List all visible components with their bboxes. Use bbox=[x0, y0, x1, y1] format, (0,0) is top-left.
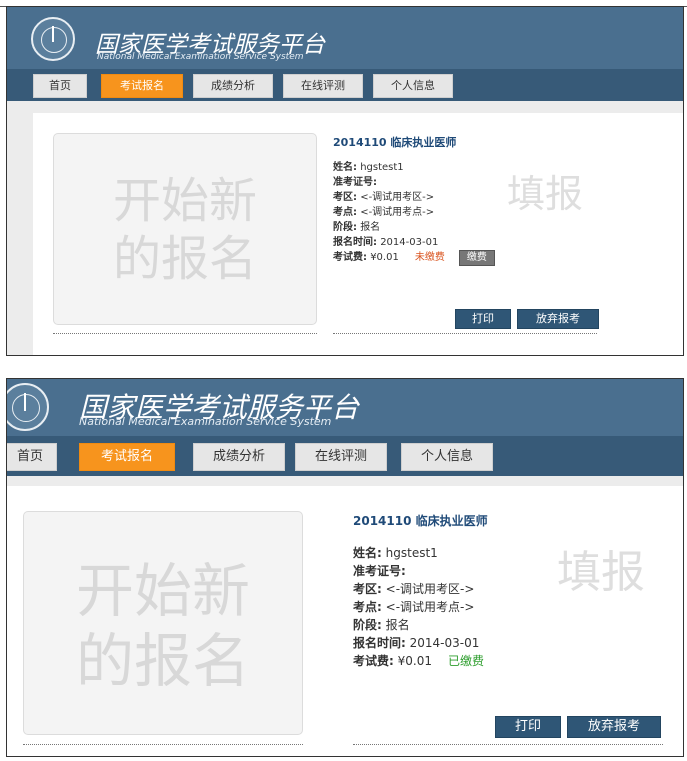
district-label: 考区: bbox=[333, 192, 357, 203]
fee-value: ¥0.01 bbox=[397, 654, 432, 668]
print-button[interactable]: 打印 bbox=[455, 309, 511, 329]
content-area: 开始新 的报名 填报 2014110 临床执业医师 姓名: hgstest1 准… bbox=[7, 476, 683, 756]
new-registration-line2: 的报名 bbox=[112, 231, 257, 287]
time-value: 2014-03-01 bbox=[380, 237, 439, 248]
nav-personal-info[interactable]: 个人信息 bbox=[401, 443, 493, 471]
nav-exam-registration[interactable]: 考试报名 bbox=[79, 443, 175, 471]
stage-value: 报名 bbox=[385, 618, 410, 632]
nav-score-analysis[interactable]: 成绩分析 bbox=[193, 443, 285, 471]
nav-exam-registration[interactable]: 考试报名 bbox=[101, 74, 183, 98]
pay-button[interactable]: 缴费 bbox=[458, 250, 495, 266]
registration-card: 开始新 的报名 填报 2014110 临床执业医师 姓名: hgstest1 准… bbox=[7, 486, 683, 756]
nav-personal-info[interactable]: 个人信息 bbox=[373, 74, 453, 98]
new-registration-tile[interactable]: 开始新 的报名 bbox=[53, 133, 317, 325]
abandon-button[interactable]: 放弃报考 bbox=[567, 716, 661, 738]
exam-title: 2014110 临床执业医师 bbox=[353, 514, 488, 528]
registration-info: 2014110 临床执业医师 姓名: hgstest1 准考证号: 考区: <-… bbox=[333, 135, 495, 266]
main-nav: 首页 考试报名 成绩分析 在线评测 个人信息 bbox=[7, 436, 683, 476]
screenshot-unpaid: 国家医学考试服务平台 National Medical Examination … bbox=[6, 6, 684, 356]
stage-label: 阶段: bbox=[353, 618, 382, 632]
site-header: 国家医学考试服务平台 National Medical Examination … bbox=[7, 379, 683, 444]
print-button[interactable]: 打印 bbox=[495, 716, 561, 738]
name-label: 姓名: bbox=[353, 546, 382, 560]
divider bbox=[23, 744, 303, 745]
divider bbox=[53, 333, 317, 334]
name-label: 姓名: bbox=[333, 162, 357, 173]
fill-watermark: 填报 bbox=[507, 172, 584, 216]
nav-online-assessment[interactable]: 在线评测 bbox=[283, 74, 363, 98]
fee-value: ¥0.01 bbox=[370, 252, 399, 263]
new-registration-line2: 的报名 bbox=[75, 627, 250, 695]
site-value: <-调试用考点-> bbox=[385, 600, 475, 614]
site-header: 国家医学考试服务平台 National Medical Examination … bbox=[7, 7, 683, 69]
divider bbox=[353, 744, 663, 745]
new-registration-line1: 开始新 bbox=[112, 173, 257, 229]
stage-label: 阶段: bbox=[333, 222, 357, 233]
name-value: hgstest1 bbox=[360, 162, 404, 173]
abandon-button[interactable]: 放弃报考 bbox=[517, 309, 599, 329]
new-registration-tile[interactable]: 开始新 的报名 bbox=[23, 511, 303, 735]
site-label: 考点: bbox=[333, 207, 357, 218]
new-registration-line1: 开始新 bbox=[75, 557, 250, 625]
medical-emblem-icon bbox=[7, 383, 49, 431]
time-label: 报名时间: bbox=[333, 237, 377, 248]
time-value: 2014-03-01 bbox=[409, 636, 480, 650]
stage-value: 报名 bbox=[360, 222, 381, 233]
site-label: 考点: bbox=[353, 600, 382, 614]
site-subtitle: National Medical Examination Service Sys… bbox=[79, 415, 332, 428]
nav-score-analysis[interactable]: 成绩分析 bbox=[193, 74, 273, 98]
fee-status-unpaid: 未缴费 bbox=[414, 252, 445, 263]
fee-status-paid: 已缴费 bbox=[448, 654, 485, 668]
district-value: <-调试用考区-> bbox=[385, 582, 475, 596]
fee-label: 考试费: bbox=[333, 252, 367, 263]
ticket-label: 准考证号: bbox=[333, 177, 377, 188]
fill-watermark: 填报 bbox=[557, 547, 645, 598]
nav-home[interactable]: 首页 bbox=[33, 74, 87, 98]
district-label: 考区: bbox=[353, 582, 382, 596]
name-value: hgstest1 bbox=[385, 546, 438, 560]
nav-home[interactable]: 首页 bbox=[7, 443, 57, 471]
medical-emblem-icon bbox=[31, 17, 75, 61]
exam-title: 2014110 临床执业医师 bbox=[333, 136, 457, 149]
site-value: <-调试用考点-> bbox=[360, 207, 435, 218]
content-area: 开始新 的报名 填报 2014110 临床执业医师 姓名: hgstest1 准… bbox=[7, 101, 683, 355]
registration-card: 开始新 的报名 填报 2014110 临床执业医师 姓名: hgstest1 准… bbox=[33, 113, 683, 355]
registration-info: 2014110 临床执业医师 姓名: hgstest1 准考证号: 考区: <-… bbox=[353, 512, 488, 670]
site-subtitle: National Medical Examination Service Sys… bbox=[97, 52, 304, 62]
time-label: 报名时间: bbox=[353, 636, 406, 650]
ticket-label: 准考证号: bbox=[353, 564, 406, 578]
divider bbox=[333, 333, 597, 334]
main-nav: 首页 考试报名 成绩分析 在线评测 个人信息 bbox=[7, 69, 683, 101]
fee-label: 考试费: bbox=[353, 654, 394, 668]
nav-online-assessment[interactable]: 在线评测 bbox=[295, 443, 387, 471]
district-value: <-调试用考区-> bbox=[360, 192, 435, 203]
screenshot-paid: 国家医学考试服务平台 National Medical Examination … bbox=[6, 378, 684, 757]
